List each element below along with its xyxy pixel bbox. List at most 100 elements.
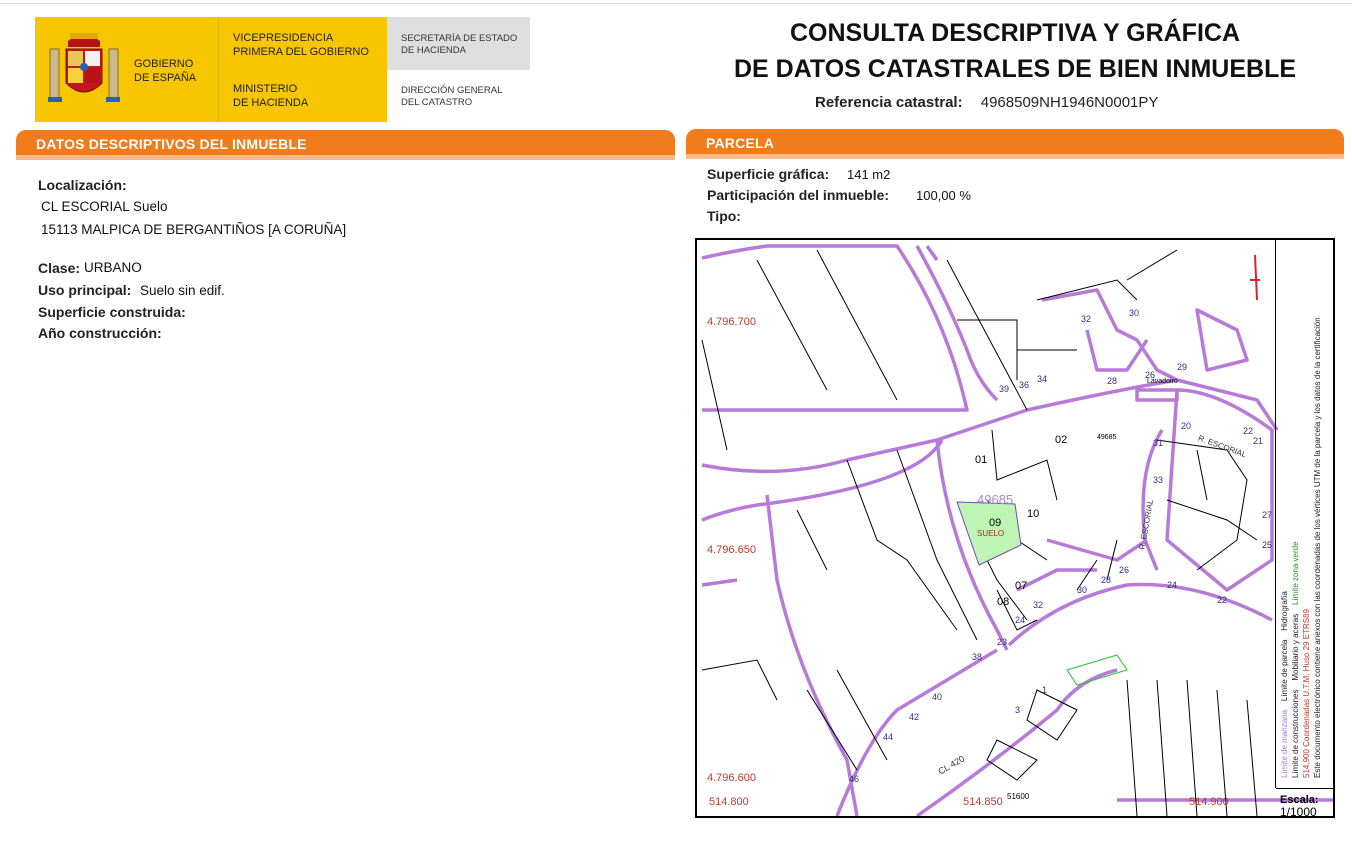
map-label-32: 32 xyxy=(1033,600,1044,610)
min-line2: DE HACIENDA xyxy=(233,97,309,109)
map-legend: Límite de manzana Límite de parcela Hidr… xyxy=(1279,240,1323,779)
section-title-datos: DATOS DESCRIPTIVOS DEL INMUEBLE xyxy=(36,136,307,152)
dir-line1: DIRECCIÓN GENERAL xyxy=(401,85,503,96)
coord-x-2: 514.850 xyxy=(963,796,1003,808)
map-label-10: 10 xyxy=(1027,508,1040,520)
map-label-24: 24 xyxy=(1167,580,1178,590)
anio-construccion-label: Año construcción: xyxy=(38,325,162,341)
cadastral-map: 4.796.700 4.796.650 4.796.600 514.800 51… xyxy=(695,238,1335,818)
min-line1: MINISTERIO xyxy=(233,83,298,95)
map-label-1: 1 xyxy=(1042,685,1048,695)
map-label-20: 20 xyxy=(1181,421,1192,431)
map-label-38: 38 xyxy=(972,652,983,662)
gov-line1: GOBIERNO xyxy=(134,58,194,70)
ref-label: Referencia catastral: xyxy=(815,94,963,111)
coord-x-3: 514.900 xyxy=(1189,796,1229,808)
map-label-21: 21 xyxy=(1253,436,1264,446)
lavadoiro-label: Lavadoiro xyxy=(1147,378,1178,385)
referencia-catastral: Referencia catastral: 4968509NH1946N0001… xyxy=(815,94,1158,111)
hydrography xyxy=(1250,254,1260,301)
section-header-parcela: PARCELA xyxy=(686,129,1344,156)
map-label-26: 26 xyxy=(1119,565,1130,575)
section-header-datos: DATOS DESCRIPTIVOS DEL INMUEBLE xyxy=(16,130,675,157)
legend-doc-note: Este documento electrónico contiene anex… xyxy=(1313,317,1322,778)
map-label-39: 39 xyxy=(999,384,1010,394)
map-label-3: 3 xyxy=(1015,705,1021,715)
map-label-28b: 28 xyxy=(1107,376,1118,386)
map-label-25: 25 xyxy=(1262,540,1273,550)
map-label-02: 02 xyxy=(1055,434,1068,446)
superficie-grafica-value: 141 m2 xyxy=(847,167,891,182)
map-label-31: 31 xyxy=(1153,438,1164,448)
map-label-33: 33 xyxy=(1153,475,1164,485)
legend-mobiliario: Mobiliario y aceras xyxy=(1291,613,1300,681)
legend-row-2: Límite de construcciones Mobiliario y ac… xyxy=(1290,240,1301,779)
parcel-num: 09 xyxy=(989,517,1002,529)
superficie-grafica-label: Superficie gráfica: xyxy=(707,166,830,182)
legend-zona-verde: Límite zona verde xyxy=(1291,541,1300,606)
legend-divider xyxy=(1275,240,1276,788)
map-label-23: 23 xyxy=(997,637,1008,647)
map-drawing xyxy=(701,244,1333,816)
section-title-parcela: PARCELA xyxy=(706,135,775,151)
section-underline-datos xyxy=(16,155,675,160)
sec-line2: DE HACIENDA xyxy=(401,45,466,56)
legend-parcela: Límite de parcela xyxy=(1280,639,1289,702)
tipo-label: Tipo: xyxy=(707,208,741,224)
participacion-label: Participación del inmueble: xyxy=(707,187,890,203)
legend-manzana: Límite de manzana xyxy=(1280,709,1289,778)
uso-label: Uso principal: xyxy=(38,282,132,298)
scale-value: 1/1000 xyxy=(1280,805,1317,819)
coord-y-1: 4.796.700 xyxy=(707,316,756,328)
coord-x-2b: 51600 xyxy=(1007,792,1030,801)
parcel-use: SUELO xyxy=(977,529,1005,538)
map-label-32b: 32 xyxy=(1081,314,1092,324)
localizacion-label: Localización: xyxy=(38,177,127,193)
map-label-22b: 22 xyxy=(1217,595,1228,605)
map-label-27: 27 xyxy=(1262,510,1273,520)
ref-value: 4968509NH1946N0001PY xyxy=(980,94,1159,111)
legend-row-1: Límite de manzana Límite de parcela Hidr… xyxy=(1279,240,1290,778)
clase-label: Clase: xyxy=(38,260,81,276)
map-label-34: 34 xyxy=(1037,374,1048,384)
map-label-07: 07 xyxy=(1015,580,1028,592)
map-label-44: 44 xyxy=(883,732,894,742)
vice-line1: VICEPRESIDENCIA xyxy=(233,32,334,44)
logo-divider xyxy=(218,17,219,122)
map-label-46: 46 xyxy=(849,774,860,784)
participacion-value: 100,00 % xyxy=(916,188,971,203)
gov-line2: DE ESPAÑA xyxy=(134,72,197,84)
map-label-30b: 30 xyxy=(1129,308,1140,318)
sec-line1: SECRETARÍA DE ESTADO xyxy=(401,33,518,44)
map-label-22: 22 xyxy=(1243,426,1254,436)
section-underline-parcela xyxy=(686,154,1344,159)
localizacion-line2: 15113 MALPICA DE BERGANTIÑOS [A CORUÑA] xyxy=(41,222,347,237)
coord-x-1: 514.800 xyxy=(709,796,749,808)
dir-line2: DEL CATASTRO xyxy=(401,97,473,108)
green-zone xyxy=(1066,654,1128,686)
map-label-34b: 24 xyxy=(1015,615,1026,625)
legend-coords-note: 514,900 Coordenadas U.T.M. Huso 29 ETRS8… xyxy=(1302,609,1311,778)
top-rule xyxy=(0,3,1352,4)
vice-line2: PRIMERA DEL GOBIERNO xyxy=(233,46,369,58)
uso-value: Suelo sin edif. xyxy=(140,283,225,298)
map-label-42: 42 xyxy=(909,712,920,722)
superficie-construida-label: Superficie construida: xyxy=(38,304,186,320)
map-label-40: 40 xyxy=(932,692,943,702)
coat-of-arms-icon xyxy=(48,33,120,102)
localizacion-line1: CL ESCORIAL Suelo xyxy=(41,199,168,214)
parcel-id-small: 49685 xyxy=(1097,434,1117,441)
map-label-28: 28 xyxy=(1101,575,1112,585)
map-label-01: 01 xyxy=(975,454,988,466)
coord-y-3: 4.796.600 xyxy=(707,772,756,784)
page-title-line2: DE DATOS CATASTRALES DE BIEN INMUEBLE xyxy=(733,55,1297,83)
coord-y-2: 4.796.650 xyxy=(707,544,756,556)
legend-construcciones: Límite de construcciones xyxy=(1291,689,1300,779)
legend-hidro: Hidrografía xyxy=(1280,591,1289,631)
page-title-line1: CONSULTA DESCRIPTIVA Y GRÁFICA xyxy=(789,19,1241,47)
clase-value: URBANO xyxy=(84,260,142,275)
map-label-30: 30 xyxy=(1077,585,1088,595)
map-label-36: 36 xyxy=(1019,380,1030,390)
map-label-08: 08 xyxy=(997,596,1010,608)
parcel-id: 49685 xyxy=(977,492,1014,507)
